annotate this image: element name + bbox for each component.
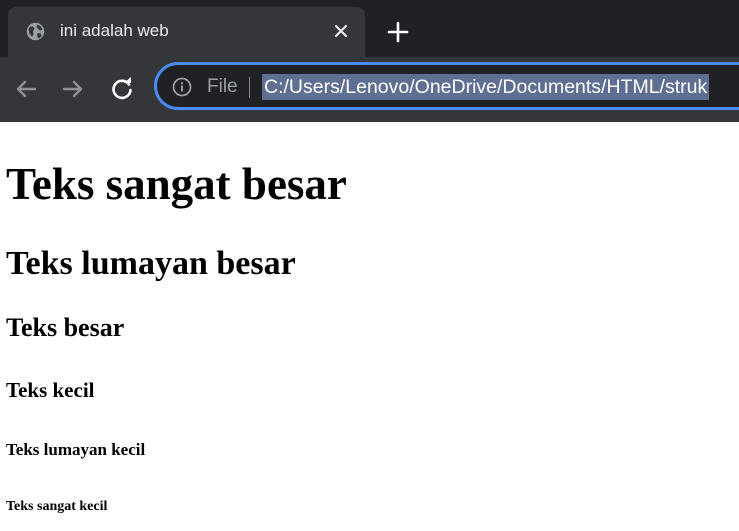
globe-icon bbox=[26, 22, 45, 41]
heading-h3: Teks besar bbox=[6, 313, 125, 342]
info-icon[interactable] bbox=[172, 77, 192, 97]
close-icon[interactable] bbox=[331, 21, 351, 41]
heading-h5: Teks lumayan kecil bbox=[6, 440, 146, 459]
tab-strip: ini adalah web bbox=[0, 0, 739, 57]
reload-icon[interactable] bbox=[107, 74, 137, 104]
page-content: Teks sangat besar Teks lumayan besar Tek… bbox=[0, 122, 739, 531]
url-text[interactable]: C:/Users/Lenovo/OneDrive/Documents/HTML/… bbox=[262, 74, 710, 100]
browser-toolbar: File C:/Users/Lenovo/OneDrive/Documents/… bbox=[0, 57, 739, 122]
plus-icon[interactable] bbox=[386, 20, 410, 44]
arrow-right-icon[interactable] bbox=[58, 74, 88, 104]
heading-h2: Teks lumayan besar bbox=[6, 245, 296, 282]
arrow-left-icon[interactable] bbox=[11, 74, 41, 104]
address-bar[interactable]: File C:/Users/Lenovo/OneDrive/Documents/… bbox=[154, 62, 739, 110]
heading-h1: Teks sangat besar bbox=[6, 159, 347, 209]
heading-h4: Teks kecil bbox=[6, 378, 95, 402]
tab-title: ini adalah web bbox=[60, 21, 169, 40]
active-tab[interactable]: ini adalah web bbox=[8, 7, 365, 57]
heading-h6: Teks sangat kecil bbox=[6, 499, 108, 514]
file-scheme-label: File bbox=[207, 76, 238, 97]
omnibox-divider bbox=[249, 77, 250, 98]
